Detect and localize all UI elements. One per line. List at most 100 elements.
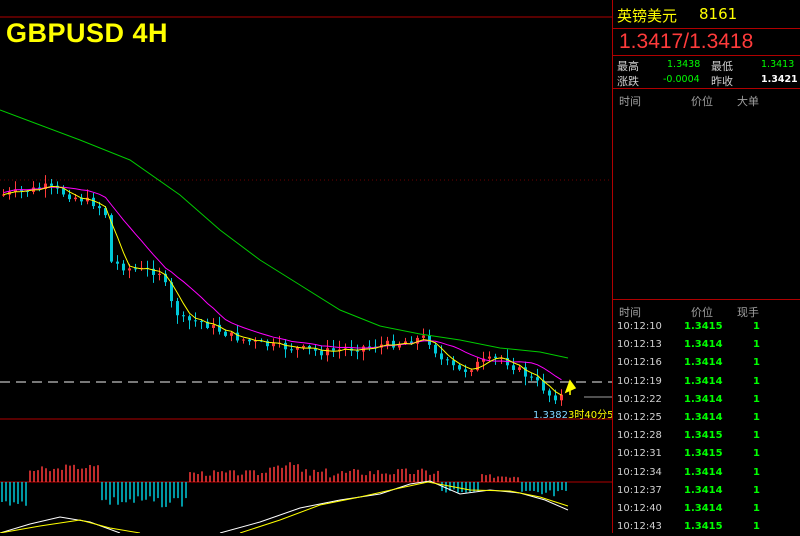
candle-body <box>422 335 425 338</box>
candle-body <box>128 268 131 271</box>
candle-body <box>356 350 359 352</box>
tick-row: 10:12:10 1.3415 1 <box>613 318 800 336</box>
big-orders-col-time: 时间 <box>619 95 641 108</box>
tick-row: 10:12:25 1.3414 1 <box>613 409 800 427</box>
tick-list[interactable]: 时间 价位 现手 10:12:10 1.3415 1 10:12:13 1.3414 1 1… <box>613 300 800 536</box>
tick-time: 10:12:28 <box>617 430 662 442</box>
candle-body <box>134 268 137 270</box>
tick-row: 10:12:13 1.3414 1 <box>613 336 800 354</box>
candle-body <box>326 348 329 356</box>
tick-time: 10:12:37 <box>617 484 662 496</box>
candle-body <box>332 348 335 351</box>
candle-body <box>248 339 251 342</box>
candle-body <box>446 359 449 361</box>
tick-row: 10:12:40 1.3414 1 <box>613 500 800 518</box>
tick-volume: 1 <box>753 411 760 423</box>
bid-ask-quote: 1.3417/1.3418 <box>613 29 800 56</box>
tick-row: 10:12:43 1.3415 1 <box>613 518 800 536</box>
candle-body <box>74 197 77 200</box>
tick-volume: 1 <box>753 321 760 332</box>
tick-price: 1.3415 <box>684 448 723 460</box>
tick-time: 10:12:19 <box>617 375 662 387</box>
tick-price: 1.3414 <box>684 484 723 496</box>
chart-canvas[interactable] <box>0 0 612 533</box>
tick-time: 10:12:43 <box>617 521 662 533</box>
tick-price: 1.3414 <box>684 375 723 387</box>
candle-body <box>458 365 461 370</box>
candle-body <box>230 332 233 336</box>
candlestick-chart[interactable]: GBPUSD 4H 1.33823时40分52秒 <box>0 0 630 533</box>
candle-body <box>68 194 71 200</box>
symbol-code: 8161 <box>699 5 738 23</box>
candle-body <box>224 331 227 336</box>
tick-row: 10:12:34 1.3414 1 <box>613 464 800 482</box>
change-value: -0.0004 <box>663 74 700 85</box>
candle-body <box>392 340 395 348</box>
tick-row: 10:12:37 1.3414 1 <box>613 482 800 500</box>
tick-volume: 1 <box>753 502 760 514</box>
candles-layer <box>2 175 563 406</box>
tick-row: 10:12:28 1.3415 1 <box>613 427 800 445</box>
candle-body <box>158 273 161 275</box>
high-label: 最高 <box>617 60 639 73</box>
macd-histogram <box>1 462 567 508</box>
tick-time: 10:12:13 <box>617 339 662 351</box>
tick-row: 10:12:22 1.3414 1 <box>613 391 800 409</box>
tick-time: 10:12:31 <box>617 448 662 460</box>
candle-body <box>176 301 179 316</box>
candle-body <box>92 197 95 207</box>
tick-volume: 1 <box>753 375 760 387</box>
candle-body <box>530 376 533 378</box>
candle-body <box>470 370 473 372</box>
candle-body <box>272 343 275 347</box>
quote-panel: 英镑美元 8161 1.3417/1.3418 最高 1.3438 最低 1.3… <box>612 0 800 533</box>
macd-line-yellow <box>0 481 569 533</box>
low-value: 1.3413 <box>761 59 795 70</box>
symbol-name: 英镑美元 <box>617 7 678 25</box>
tick-time: 10:12:10 <box>617 321 662 332</box>
candle-body <box>464 369 467 372</box>
candle-body <box>236 332 239 341</box>
tick-price: 1.3414 <box>684 393 723 405</box>
candle-body <box>548 390 551 396</box>
arrow-up-icon <box>564 379 577 395</box>
tick-volume: 1 <box>753 484 760 496</box>
big-orders-col-price: 价位 <box>691 95 713 108</box>
symbol-header[interactable]: 英镑美元 8161 <box>613 0 800 29</box>
tick-volume: 1 <box>753 430 760 442</box>
candle-body <box>194 320 197 322</box>
tick-row: 10:12:19 1.3414 1 <box>613 373 800 391</box>
candle-body <box>182 315 185 317</box>
candle-body <box>416 337 419 344</box>
tick-time: 10:12:16 <box>617 357 662 369</box>
tick-list-header: 时间 价位 现手 <box>613 300 800 319</box>
tick-volume: 1 <box>753 466 760 478</box>
tick-row: 10:12:16 1.3414 1 <box>613 354 800 372</box>
candle-body <box>488 356 491 359</box>
big-orders-list[interactable]: 时间 价位 大单 <box>613 89 800 300</box>
tick-price: 1.3415 <box>684 321 723 332</box>
tick-price: 1.3414 <box>684 411 723 423</box>
prev-close-value: 1.3421 <box>761 74 798 85</box>
tick-time: 10:12:40 <box>617 502 662 514</box>
candle-body <box>50 183 53 186</box>
tick-volume: 1 <box>753 357 760 369</box>
candle-body <box>98 206 101 209</box>
tick-row: 10:12:31 1.3415 1 <box>613 445 800 463</box>
candle-body <box>386 340 389 345</box>
candle-body <box>434 344 437 354</box>
candle-body <box>554 395 557 401</box>
quote-stats: 最高 1.3438 最低 1.3413 涨跌 -0.0004 昨收 1.3421 <box>613 56 800 89</box>
candle-body <box>560 394 563 401</box>
tick-price: 1.3415 <box>684 430 723 442</box>
tick-price: 1.3414 <box>684 466 723 478</box>
candle-body <box>320 350 323 356</box>
low-label: 最低 <box>711 60 733 73</box>
tick-price: 1.3414 <box>684 357 723 369</box>
ma-mid-line <box>3 186 562 381</box>
candle-body <box>284 342 287 350</box>
candle-body <box>536 377 539 381</box>
candle-body <box>518 367 521 370</box>
high-value: 1.3438 <box>667 59 701 70</box>
candle-body <box>122 263 125 271</box>
